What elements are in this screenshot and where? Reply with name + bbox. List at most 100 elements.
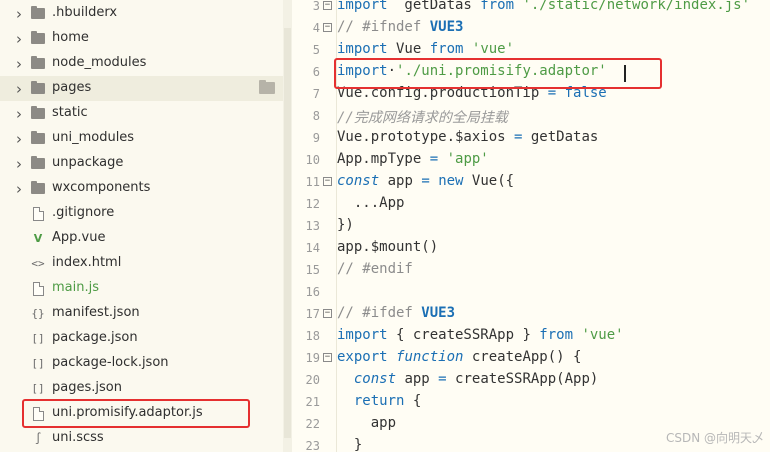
code-token: Vue [387,41,430,57]
code-token: 'vue' [581,327,624,343]
code-line[interactable]: 17−// #ifdef VUE3 [292,304,770,326]
code-line[interactable]: 15 // #endif [292,260,770,282]
chevron-right-icon[interactable]: › [12,107,26,122]
code-line[interactable]: 19− export function createApp() { [292,348,770,370]
code-token: getDatas [387,0,481,13]
code-line[interactable]: 14 app.$mount() [292,238,770,260]
code-line[interactable]: 13}) [292,216,770,238]
code-token: import [337,0,388,13]
tree-item-node-modules[interactable]: › node_modules [0,51,283,76]
line-number: 23 [305,439,320,452]
fold-toggle-icon[interactable]: − [323,1,332,10]
fold-toggle-icon[interactable]: − [323,353,332,362]
code-line[interactable]: 20 const app = createSSRApp(App) [292,370,770,392]
tree-item-gitignore[interactable]: .gitignore [0,201,283,226]
json-file-icon: [] [31,382,45,395]
open-folder-icon[interactable] [259,80,275,94]
line-number: 12 [305,197,320,211]
folder-icon [30,31,46,46]
tree-item-label: pages.json [52,380,122,395]
code-token: createApp() { [463,349,582,365]
code-token: = [429,151,439,167]
line-number: 8 [312,109,320,123]
code-line[interactable]: 9 Vue.prototype.$axios = getDatas [292,128,770,150]
code-token: ...App [337,195,405,211]
tree-item-pages-json[interactable]: [] pages.json [0,376,283,401]
code-token: import [337,41,388,57]
line-number: 10 [305,153,320,167]
chevron-right-icon[interactable]: › [12,57,26,72]
code-token: { [404,393,422,409]
file-explorer: › .hbuilderx › home › node_modules › pages › stat… [0,0,283,452]
code-line[interactable]: 18 import { createSSRApp } from 'vue' [292,326,770,348]
tree-item-index-html[interactable]: <> index.html [0,251,283,276]
chevron-right-icon[interactable]: › [12,82,26,97]
code-token: from [480,0,515,13]
html-file-icon: <> [31,257,45,270]
code-line[interactable]: 12 ...App [292,194,770,216]
tree-item-label: home [52,30,89,45]
explorer-scrollbar-thumb[interactable] [284,28,291,438]
tree-item-unpackage[interactable]: › unpackage [0,151,283,176]
tree-item-pages[interactable]: › pages [0,76,283,101]
fold-toggle-icon[interactable]: − [323,309,332,318]
code-text: const app = new Vue({ [337,173,514,189]
code-text: export function createApp() { [337,349,581,365]
folder-icon [30,131,46,146]
folder-icon [30,181,46,196]
tree-item-label: package-lock.json [52,355,169,370]
fold-toggle-icon[interactable]: − [323,23,332,32]
tree-item-package-lock-json[interactable]: [] package-lock.json [0,351,283,376]
code-token: = [438,371,447,387]
code-text: ...App [337,195,405,211]
explorer-scrollbar[interactable] [283,0,292,452]
tree-item-label: wxcomponents [52,180,151,195]
tree-item-static[interactable]: › static [0,101,283,126]
code-token: new [438,173,464,189]
chevron-right-icon[interactable]: › [12,132,26,147]
code-text: App.mpType = 'app' [337,151,489,167]
line-number: 6 [312,65,320,79]
tree-item-uni-scss[interactable]: ∫ uni.scss [0,426,283,451]
line-number: 22 [305,417,320,431]
tree-item-main-js[interactable]: main.js [0,276,283,301]
tree-item-uni-modules[interactable]: › uni_modules [0,126,283,151]
code-token: function [396,349,464,365]
line-number: 15 [305,263,320,277]
fold-toggle-icon[interactable]: − [323,177,332,186]
tree-item-app-vue[interactable]: V App.vue [0,226,283,251]
js-file-icon [30,281,46,296]
code-text: }) [337,217,354,233]
code-token: app [337,415,397,431]
chevron-right-icon[interactable]: › [12,157,26,172]
chevron-right-icon[interactable]: › [12,32,26,47]
line-number: 20 [305,373,320,387]
code-line[interactable]: 21 return { [292,392,770,414]
chevron-right-icon[interactable]: › [12,7,26,22]
code-token: }) [337,217,354,233]
code-line[interactable]: 11− const app = new Vue({ [292,172,770,194]
watermark: CSDN @向明天乄 [665,431,764,445]
tree-item-package-json[interactable]: [] package.json [0,326,283,351]
tree-item-wxcomponents[interactable]: › wxcomponents [0,176,283,201]
code-line[interactable]: 10 App.mpType = 'app' [292,150,770,172]
code-line[interactable]: 16 [292,282,770,304]
code-token: './static/network/index.js' [522,0,751,13]
tree-item-hbuilderx[interactable]: › .hbuilderx [0,1,283,26]
chevron-right-icon[interactable]: › [12,182,26,197]
code-line[interactable]: 4−// #ifndef VUE3 [292,18,770,40]
tree-item-manifest-json[interactable]: {} manifest.json [0,301,283,326]
tree-item-label: uni.scss [52,430,104,445]
code-text: app.$mount() [337,239,438,255]
vue-file-icon: V [33,232,43,245]
code-line[interactable]: 3− import getDatas from './static/network… [292,0,770,18]
tree-item-home[interactable]: › home [0,26,283,51]
tree-item-label: pages [52,80,92,95]
code-token: { createSSRApp } [387,327,540,343]
code-token: app [396,371,439,387]
code-line[interactable]: 8 //完成网络请求的全局挂载 [292,106,770,128]
